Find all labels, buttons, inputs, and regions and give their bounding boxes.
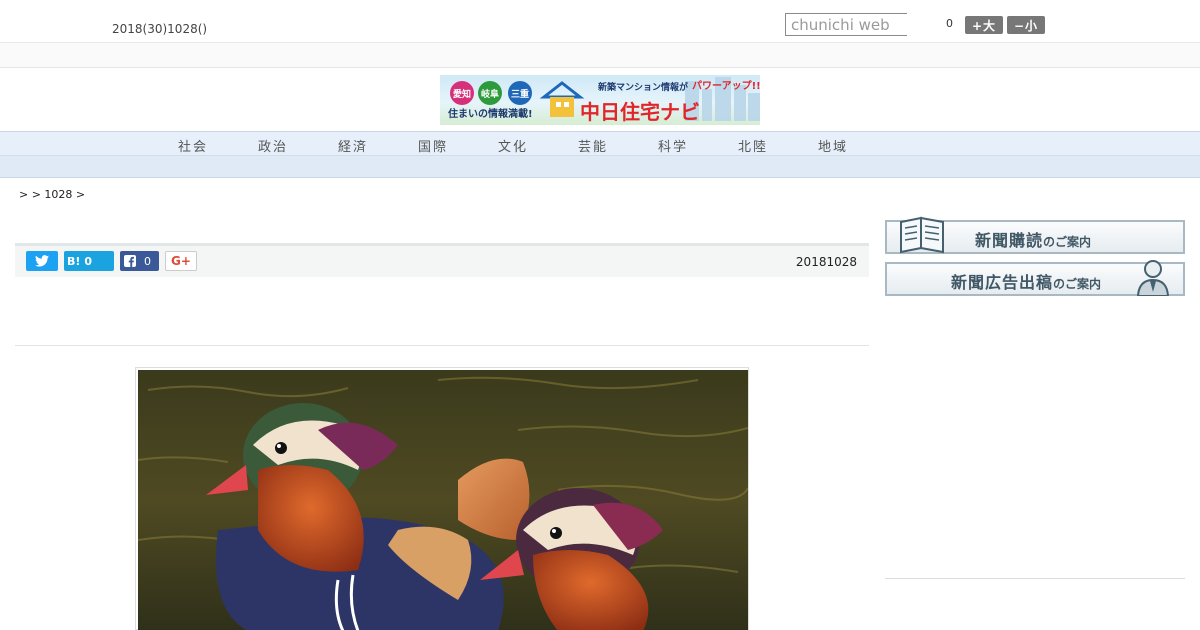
facebook-count: 0 <box>144 254 151 268</box>
hatena-bookmark-button[interactable]: B! 0 <box>64 251 114 271</box>
twitter-share-button[interactable] <box>26 251 58 271</box>
font-smaller-button[interactable]: −小 <box>1007 16 1045 34</box>
nav-item-2[interactable]: 政治 <box>258 136 288 155</box>
housing-navi-banner[interactable]: 愛知 岐阜 三重 住まいの情報満載! 新築マンション情報が パワーアップ!! 中… <box>440 75 760 125</box>
banner-tagline: 住まいの情報満載! <box>448 107 533 120</box>
twitter-icon <box>35 255 49 267</box>
region-gifu: 岐阜 <box>481 88 499 100</box>
banner-headline: 新築マンション情報が <box>598 81 689 93</box>
nav-item-4[interactable]: 国際 <box>418 136 448 155</box>
top-bar: 2018(30)1028() 0 +大 −小 <box>0 0 1200 43</box>
nav-item-7[interactable]: 科学 <box>658 136 688 155</box>
sub-nav <box>0 156 1200 178</box>
nav-item-3[interactable]: 経済 <box>338 136 368 155</box>
nav-item-5[interactable]: 文化 <box>498 136 528 155</box>
open-book-icon <box>900 216 944 254</box>
subscription-label: 新聞購読のご案内 <box>975 227 1091 251</box>
nav-item-1[interactable]: 社会 <box>178 136 208 155</box>
businessman-icon <box>1136 260 1170 296</box>
nav-item-9[interactable]: 地域 <box>818 136 848 155</box>
header-strip <box>0 43 1200 68</box>
house-icon <box>539 81 585 117</box>
banner-headline-accent: パワーアップ!! <box>692 79 760 92</box>
newspaper-advertising-button[interactable]: 新聞広告出稿のご案内 <box>885 260 1185 296</box>
nav-item-6[interactable]: 芸能 <box>578 136 608 155</box>
nav-item-8[interactable]: 北陸 <box>738 136 768 155</box>
current-date: 2018(30)1028() <box>112 22 208 36</box>
search-input[interactable] <box>785 13 907 36</box>
subscription-main-text: 新聞購読 <box>975 231 1044 250</box>
main-nav: 社会 政治 経済 国際 文化 芸能 科学 北陸 地域 <box>0 131 1200 156</box>
share-bar: B! 0 0 G+ 20181028 <box>15 243 869 277</box>
advertising-main-text: 新聞広告出稿 <box>951 273 1054 292</box>
hatena-count: 0 <box>84 254 93 268</box>
mandarin-ducks-image <box>138 370 748 630</box>
font-bigger-button[interactable]: +大 <box>965 16 1003 34</box>
banner-brand: 中日住宅ナビ <box>580 100 700 124</box>
region-aichi: 愛知 <box>453 88 471 100</box>
article-divider <box>15 345 869 346</box>
banner-graphic: 愛知 岐阜 三重 住まいの情報満載! 新築マンション情報が パワーアップ!! 中… <box>448 77 760 124</box>
facebook-share-button[interactable]: 0 <box>120 251 159 271</box>
sidebar-divider <box>885 578 1185 579</box>
google-plus-share-button[interactable]: G+ <box>165 251 197 271</box>
article-date: 20181028 <box>795 255 857 269</box>
breadcrumb[interactable]: > > 1028 > <box>19 188 85 201</box>
font-size-count: 0 <box>946 17 953 30</box>
newspaper-subscription-button[interactable]: 新聞購読のご案内 <box>885 216 1185 254</box>
advertising-sub-text: のご案内 <box>1053 277 1102 291</box>
subscription-sub-text: のご案内 <box>1043 235 1092 249</box>
article-photo <box>135 367 749 630</box>
facebook-icon <box>124 255 136 267</box>
hatena-icon: B! <box>67 254 81 268</box>
advertising-label: 新聞広告出稿のご案内 <box>951 269 1101 293</box>
region-mie: 三重 <box>511 88 529 100</box>
